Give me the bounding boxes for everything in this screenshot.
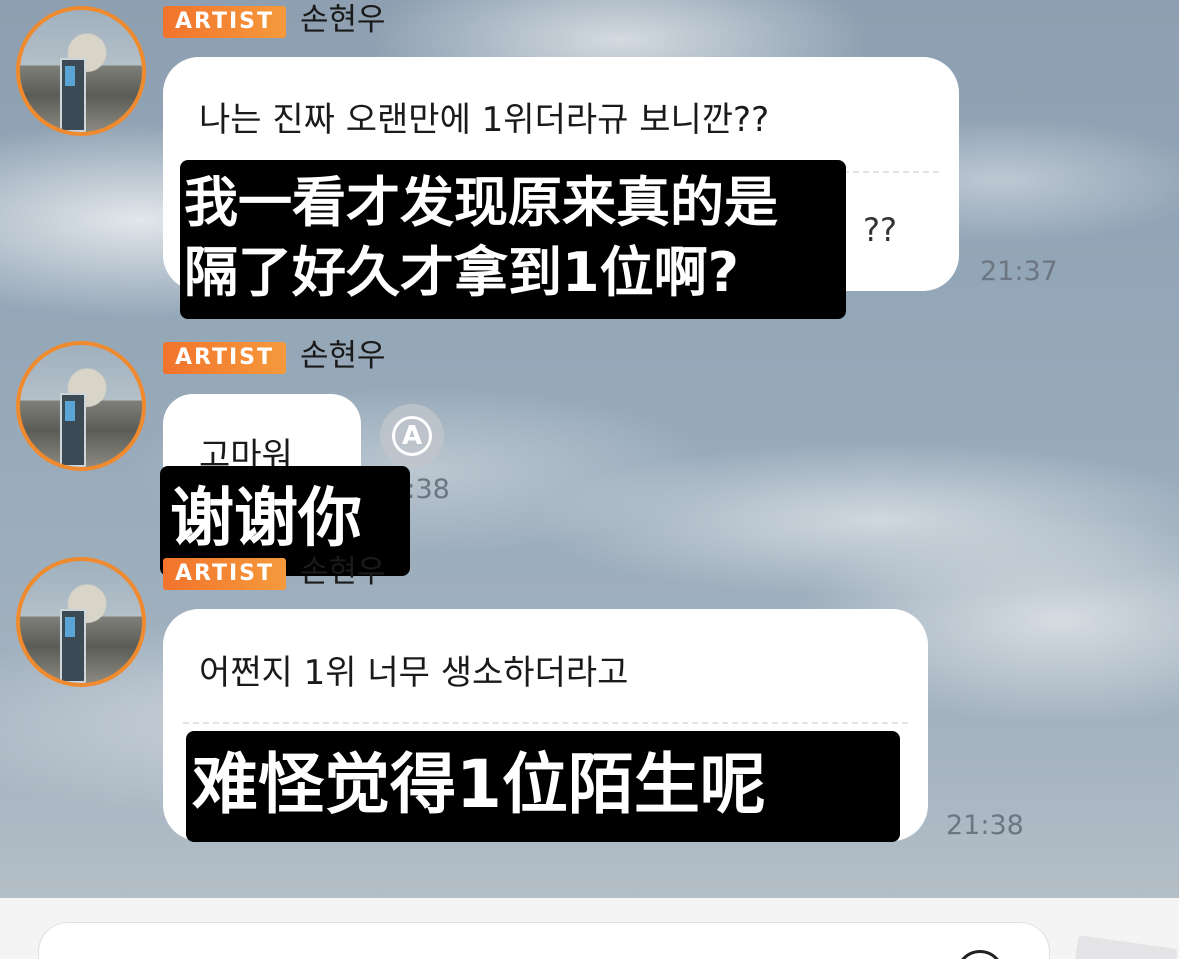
- subtitle-line: 我一看才发现原来真的是: [184, 171, 778, 234]
- avatar-photo-detail: [65, 401, 75, 421]
- avatar[interactable]: [16, 557, 146, 687]
- subtitle-overlay: 难怪觉得1位陌生呢: [186, 731, 900, 842]
- sender-name: 손현우: [300, 2, 386, 38]
- subtitle-line: 隔了好久才拿到1位啊?: [184, 241, 739, 304]
- avatar-photo-detail: [65, 617, 75, 637]
- avatar[interactable]: [16, 6, 146, 136]
- avatar[interactable]: [16, 341, 146, 471]
- sender-name: 손현우: [300, 554, 386, 590]
- translate-button[interactable]: A: [380, 404, 444, 468]
- subtitle-line: 难怪觉得1位陌生呢: [192, 746, 766, 823]
- message-input[interactable]: [38, 922, 1050, 959]
- artist-badge: ARTIST: [163, 558, 287, 590]
- translation-divider: [183, 722, 908, 724]
- translate-icon-glyph: A: [401, 421, 423, 451]
- avatar-photo-detail: [65, 66, 75, 86]
- message-text: 어쩐지 1위 너무 생소하더라고: [199, 653, 629, 693]
- message-time: 21:38: [946, 810, 1024, 841]
- chat-screen: ARTIST 손현우 나는 진짜 오랜만에 1위더라규 보니깐?? ?? 21:…: [0, 0, 1179, 959]
- subtitle-line: 谢谢你: [170, 482, 362, 556]
- translation-text: ??: [863, 211, 897, 249]
- artist-badge: ARTIST: [163, 6, 287, 38]
- artist-badge: ARTIST: [163, 342, 287, 374]
- subtitle-overlay: 我一看才发现原来真的是 隔了好久才拿到1位啊?: [180, 160, 846, 319]
- message-time: 21:37: [980, 256, 1058, 287]
- message-text: 나는 진짜 오랜만에 1위더라규 보니깐??: [199, 100, 770, 140]
- sender-name: 손현우: [300, 338, 386, 374]
